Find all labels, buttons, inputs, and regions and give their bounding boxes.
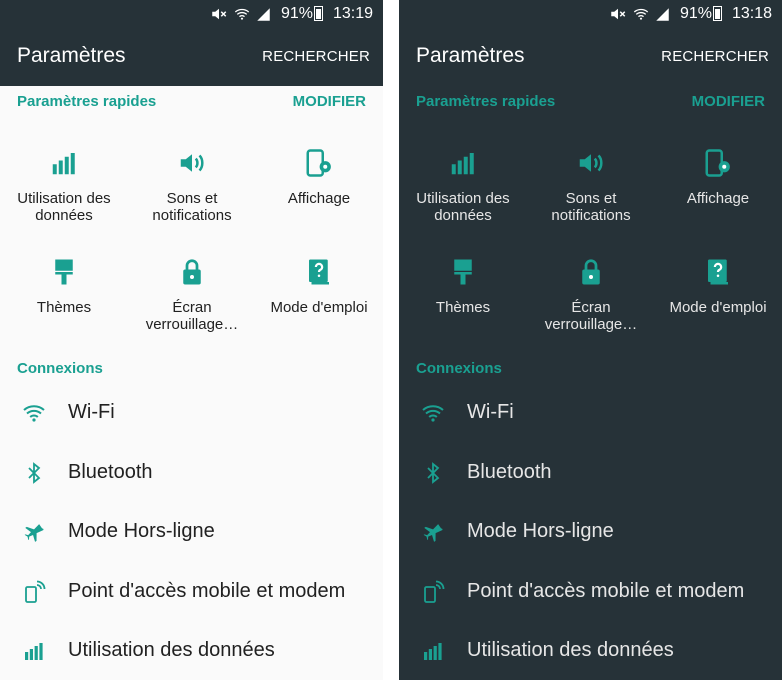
quick-item-lock-screen[interactable]: Écran verrouillage… [527, 257, 655, 333]
quick-item-sounds[interactable]: Sons et notifications [128, 148, 256, 224]
quick-item-lock-screen[interactable]: Écran verrouillage… [128, 257, 256, 333]
paint-brush-icon [448, 257, 478, 287]
battery-icon [713, 6, 722, 21]
quick-item-label: Mode d'emploi [669, 299, 767, 316]
volume-icon [177, 148, 207, 178]
settings-row-hotspot[interactable]: Point d'accès mobile et modem [0, 568, 383, 616]
airplane-icon [421, 520, 445, 544]
quick-item-display[interactable]: Affichage [654, 148, 782, 207]
wifi-icon [22, 401, 46, 425]
clock: 13:18 [731, 5, 772, 22]
edit-button[interactable]: MODIFIER [293, 93, 366, 110]
help-book-icon [304, 257, 334, 287]
signal-icon [256, 7, 271, 22]
quick-item-user-manual[interactable]: Mode d'emploi [654, 257, 782, 316]
quick-item-label: Sons et notifications [152, 190, 232, 224]
quick-settings-header: Paramètres rapides [17, 93, 157, 110]
settings-row-bluetooth[interactable]: Bluetooth [0, 449, 383, 497]
status-icons [609, 5, 670, 23]
wifi-status-icon [234, 6, 250, 22]
connections-header: Connexions [416, 360, 502, 377]
row-label: Utilisation des données [68, 639, 275, 661]
quick-item-themes[interactable]: Thèmes [399, 257, 527, 316]
battery-percent: 91% [679, 5, 712, 22]
row-label: Wi-Fi [467, 401, 514, 423]
lock-icon [177, 257, 207, 287]
quick-item-label: Écran verrouillage… [145, 299, 239, 333]
search-button[interactable]: RECHERCHER [262, 48, 370, 65]
airplane-icon [22, 520, 46, 544]
settings-row-hotspot[interactable]: Point d'accès mobile et modem [399, 568, 782, 616]
app-bar: Paramètres RECHERCHER [399, 27, 782, 86]
settings-row-wifi[interactable]: Wi-Fi [0, 389, 383, 437]
quick-item-display[interactable]: Affichage [255, 148, 383, 207]
help-book-icon [703, 257, 733, 287]
wifi-icon [421, 401, 445, 425]
quick-item-label: Affichage [686, 190, 750, 207]
status-bar: 91% 13:19 [0, 0, 383, 27]
data-usage-icon [22, 639, 46, 663]
mute-icon [210, 5, 228, 23]
status-icons [210, 5, 271, 23]
data-usage-icon [421, 639, 445, 663]
display-settings-icon [703, 148, 733, 178]
data-usage-icon [448, 148, 478, 178]
hotspot-icon [22, 580, 46, 604]
quick-item-label: Affichage [287, 190, 351, 207]
row-label: Bluetooth [467, 461, 552, 483]
settings-row-data-usage[interactable]: Utilisation des données [399, 627, 782, 675]
row-label: Wi-Fi [68, 401, 115, 423]
row-label: Bluetooth [68, 461, 153, 483]
quick-item-label: Écran verrouillage… [544, 299, 638, 333]
clock: 13:19 [332, 5, 373, 22]
quick-item-user-manual[interactable]: Mode d'emploi [255, 257, 383, 316]
hotspot-icon [421, 580, 445, 604]
lock-icon [576, 257, 606, 287]
row-label: Point d'accès mobile et modem [68, 580, 346, 602]
signal-icon [655, 7, 670, 22]
quick-item-data-usage[interactable]: Utilisation des données [399, 148, 527, 224]
settings-panel-dark: 91% 13:18 Paramètres RECHERCHER Paramètr… [399, 0, 782, 680]
bluetooth-icon [421, 461, 445, 485]
connections-header: Connexions [17, 360, 103, 377]
settings-row-bluetooth[interactable]: Bluetooth [399, 449, 782, 497]
quick-item-data-usage[interactable]: Utilisation des données [0, 148, 128, 224]
settings-row-data-usage[interactable]: Utilisation des données [0, 627, 383, 675]
edit-button[interactable]: MODIFIER [692, 93, 765, 110]
quick-item-sounds[interactable]: Sons et notifications [527, 148, 655, 224]
settings-row-airplane-mode[interactable]: Mode Hors-ligne [0, 508, 383, 556]
page-title: Paramètres [416, 44, 525, 67]
battery-percent: 91% [280, 5, 313, 22]
quick-item-themes[interactable]: Thèmes [0, 257, 128, 316]
quick-item-label: Utilisation des données [416, 190, 510, 224]
quick-settings-header: Paramètres rapides [416, 93, 556, 110]
quick-item-label: Utilisation des données [17, 190, 111, 224]
paint-brush-icon [49, 257, 79, 287]
row-label: Point d'accès mobile et modem [467, 580, 745, 602]
quick-item-label: Thèmes [435, 299, 491, 316]
quick-item-label: Thèmes [36, 299, 92, 316]
row-label: Mode Hors-ligne [68, 520, 215, 542]
row-label: Mode Hors-ligne [467, 520, 614, 542]
search-button[interactable]: RECHERCHER [661, 48, 769, 65]
panel-divider [383, 0, 399, 680]
row-label: Utilisation des données [467, 639, 674, 661]
page-title: Paramètres [17, 44, 126, 67]
quick-item-label: Sons et notifications [551, 190, 631, 224]
bluetooth-icon [22, 461, 46, 485]
volume-icon [576, 148, 606, 178]
mute-icon [609, 5, 627, 23]
settings-row-wifi[interactable]: Wi-Fi [399, 389, 782, 437]
display-settings-icon [304, 148, 334, 178]
wifi-status-icon [633, 6, 649, 22]
settings-row-airplane-mode[interactable]: Mode Hors-ligne [399, 508, 782, 556]
data-usage-icon [49, 148, 79, 178]
settings-panel-light: 91% 13:19 Paramètres RECHERCHER Paramètr… [0, 0, 383, 680]
battery-icon [314, 6, 323, 21]
status-bar: 91% 13:18 [399, 0, 782, 27]
quick-item-label: Mode d'emploi [270, 299, 368, 316]
app-bar: Paramètres RECHERCHER [0, 27, 383, 86]
